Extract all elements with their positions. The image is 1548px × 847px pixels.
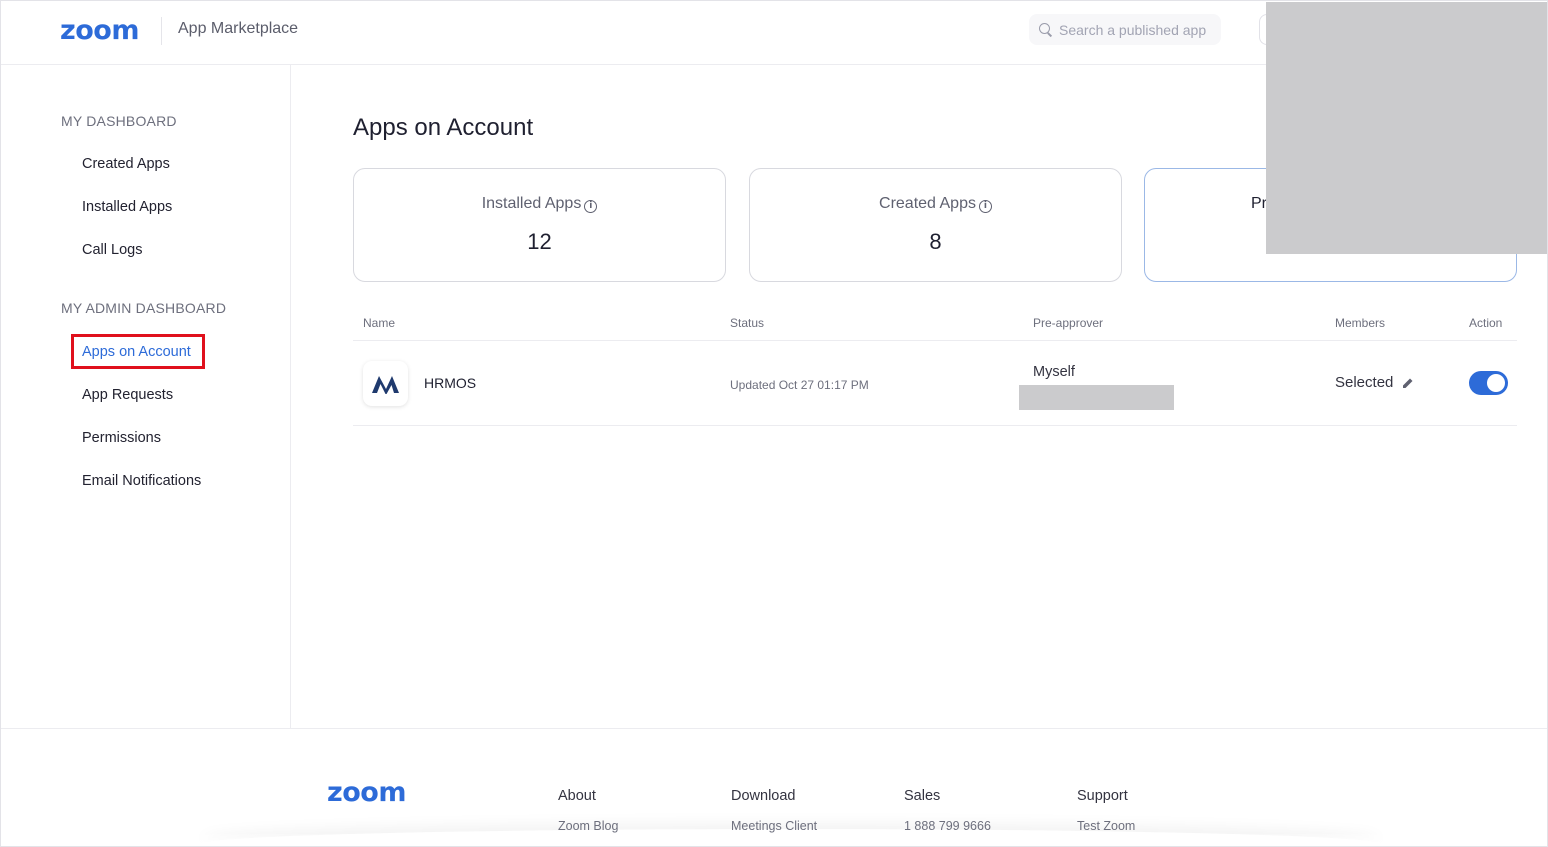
footer-support-title: Support — [1077, 788, 1128, 804]
column-header-members: Members — [1335, 316, 1386, 330]
sidebar-item-call-logs[interactable]: Call Logs — [82, 242, 142, 258]
sidebar-item-permissions[interactable]: Permissions — [82, 430, 161, 446]
app-name[interactable]: HRMOS — [424, 375, 476, 391]
installed-apps-label: Installed Apps — [481, 195, 582, 212]
search-input[interactable] — [1059, 21, 1219, 38]
footer: zoom About Zoom Blog Download Meetings C… — [1, 728, 1547, 846]
stat-label-row: Installed Apps i — [354, 195, 725, 213]
created-apps-card[interactable]: Created Apps i 8 — [749, 168, 1122, 282]
search-icon — [1039, 22, 1053, 37]
search-box[interactable] — [1029, 14, 1221, 45]
app-status: Updated Oct 27 01:17 PM — [730, 378, 869, 392]
members-cell: Selected — [1335, 374, 1414, 391]
footer-download-title: Download — [731, 788, 796, 804]
created-apps-count: 8 — [929, 229, 942, 254]
column-header-status: Status — [730, 316, 765, 330]
sidebar-item-installed-apps[interactable]: Installed Apps — [82, 199, 172, 215]
stat-label-row: Created Apps i — [750, 195, 1121, 213]
app-marketplace-title[interactable]: App Marketplace — [178, 20, 298, 38]
sidebar-section-my-dashboard: MY DASHBOARD — [61, 113, 177, 129]
sidebar-item-apps-on-account[interactable]: Apps on Account — [82, 344, 191, 360]
table-row-divider — [353, 425, 1517, 426]
redacted-area — [1266, 2, 1547, 254]
footer-zoom-logo[interactable]: zoom — [327, 777, 406, 808]
installed-apps-count: 12 — [527, 229, 552, 254]
table-divider — [353, 340, 1517, 341]
footer-fade — [1, 834, 1547, 846]
footer-sales-title: Sales — [904, 788, 941, 804]
installed-apps-card[interactable]: Installed Apps i 12 — [353, 168, 726, 282]
footer-link-zoom-blog[interactable]: Zoom Blog — [558, 819, 618, 833]
footer-link-sales-phone[interactable]: 1 888 799 9666 — [904, 819, 991, 833]
info-icon[interactable]: i — [978, 200, 992, 213]
footer-about-title: About — [558, 788, 596, 804]
footer-link-meetings-client[interactable]: Meetings Client — [731, 819, 817, 833]
footer-link-test-zoom[interactable]: Test Zoom — [1077, 819, 1135, 833]
column-header-name: Name — [363, 316, 396, 330]
app-frame: zoom App Marketplace MY DASHBOARD Create… — [0, 0, 1548, 847]
info-icon[interactable]: i — [584, 200, 598, 213]
app-enable-toggle[interactable] — [1469, 371, 1508, 395]
created-apps-label: Created Apps — [879, 195, 976, 212]
sidebar-item-app-requests[interactable]: App Requests — [82, 387, 173, 403]
third-card-label: Pr — [1251, 195, 1267, 212]
sidebar-section-my-admin-dashboard: MY ADMIN DASHBOARD — [61, 300, 227, 316]
column-header-pre-approver: Pre-approver — [1033, 316, 1104, 330]
members-value: Selected — [1335, 374, 1394, 391]
zoom-logo[interactable]: zoom — [60, 15, 139, 46]
sidebar: MY DASHBOARD Created Apps Installed Apps… — [1, 65, 291, 728]
pencil-icon[interactable] — [1402, 377, 1414, 389]
header-divider — [161, 17, 162, 45]
hrmos-app-icon[interactable] — [363, 361, 408, 406]
hrmos-logo-icon — [371, 375, 399, 394]
sidebar-item-created-apps[interactable]: Created Apps — [82, 156, 170, 172]
sidebar-item-email-notifications[interactable]: Email Notifications — [82, 473, 201, 489]
column-header-action: Action — [1469, 316, 1503, 330]
redacted-area — [1019, 385, 1174, 410]
pre-approver: Myself — [1033, 364, 1075, 380]
page-title: Apps on Account — [353, 114, 534, 141]
